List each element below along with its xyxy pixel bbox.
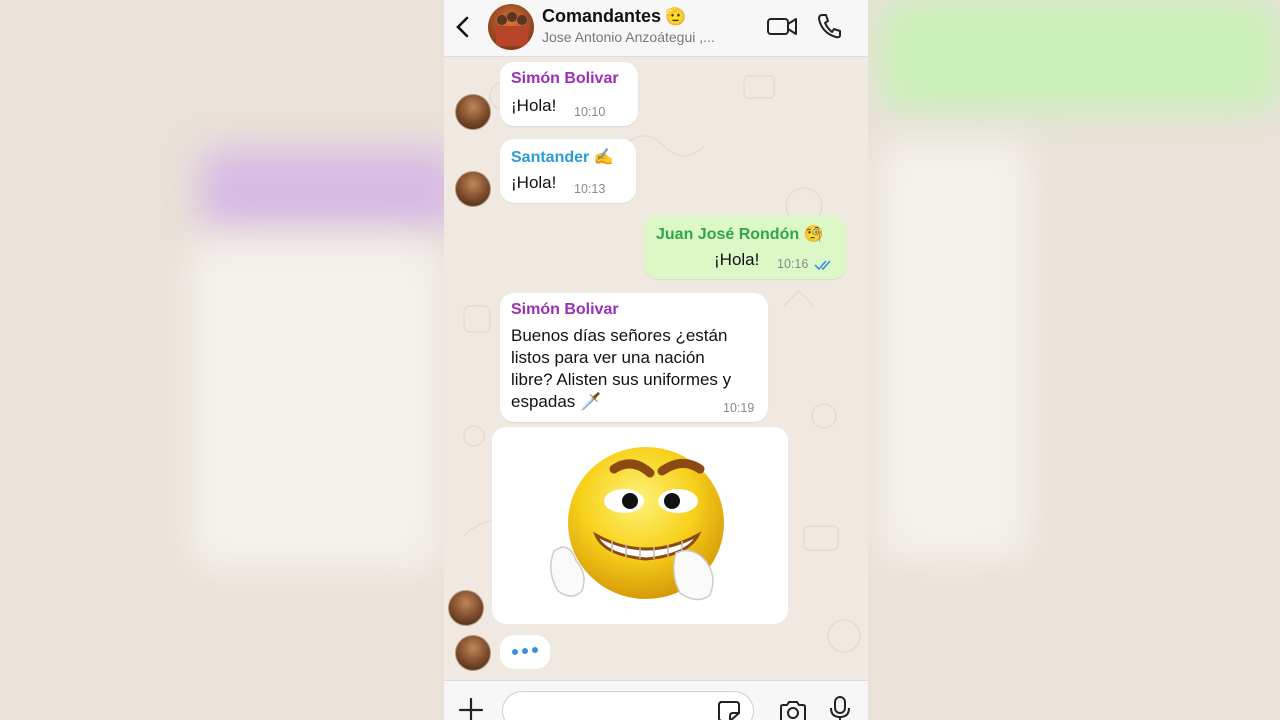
- chat-members-subtitle[interactable]: Jose Antonio Anzoátegui ,...: [542, 29, 752, 45]
- salute-emoji: 🫡: [665, 7, 687, 26]
- sender-avatar[interactable]: [455, 171, 491, 207]
- message-text-line: listos para ver una nación: [511, 348, 705, 367]
- sender-name[interactable]: Simón Bolivar: [511, 70, 619, 88]
- message-bubble[interactable]: Santander ✍️ ¡Hola! 10:13: [500, 139, 636, 203]
- sender-name[interactable]: Simón Bolivar: [511, 301, 619, 319]
- sender-name[interactable]: Juan José Rondón 🧐: [656, 224, 824, 244]
- group-avatar[interactable]: [488, 4, 534, 50]
- sticker-icon[interactable]: [716, 699, 742, 720]
- typing-indicator: [500, 635, 550, 669]
- typing-dot: [512, 649, 518, 655]
- message-text-line: Buenos días señores ¿están: [511, 326, 728, 345]
- message-text: ¡Hola!: [511, 96, 557, 115]
- blurred-shape: [880, 0, 1280, 110]
- microphone-icon[interactable]: [828, 695, 852, 720]
- angry-emoji-sticker: [550, 447, 724, 601]
- chat-header: Comandantes 🫡 Jose Antonio Anzoátegui ,..…: [444, 0, 868, 57]
- sender-avatar[interactable]: [448, 590, 484, 626]
- blurred-shape: [880, 140, 1030, 560]
- message-composer: [444, 680, 868, 720]
- typing-dot: [532, 647, 538, 653]
- blurred-shape: [190, 240, 440, 570]
- sticker-message[interactable]: [492, 427, 788, 624]
- video-call-icon[interactable]: [766, 14, 798, 38]
- message-bubble[interactable]: Simón Bolivar Buenos días señores ¿están…: [500, 293, 768, 422]
- sender-avatar[interactable]: [455, 635, 491, 671]
- message-text: ¡Hola!: [511, 173, 557, 192]
- message-time: 10:16: [777, 257, 809, 271]
- sender-name[interactable]: Santander ✍️: [511, 147, 614, 167]
- voice-call-icon[interactable]: [816, 12, 842, 40]
- sender-avatar[interactable]: [455, 94, 491, 130]
- group-photo-figures: [496, 12, 528, 46]
- message-time: 10:19: [723, 401, 755, 415]
- chat-title[interactable]: Comandantes 🫡: [542, 6, 686, 27]
- chat-title-text: Comandantes: [542, 6, 662, 26]
- message-time: 10:10: [574, 105, 606, 119]
- message-text-line: espadas 🗡️: [511, 392, 602, 411]
- message-time: 10:13: [574, 182, 606, 196]
- message-bubble[interactable]: Simón Bolivar ¡Hola! 10:10: [500, 62, 638, 126]
- read-ticks-icon: [814, 260, 831, 271]
- camera-icon[interactable]: [778, 699, 808, 720]
- back-arrow-icon[interactable]: [452, 14, 474, 40]
- typing-dot: [522, 648, 528, 654]
- message-text-line: libre? Alisten sus uniformes y: [511, 370, 732, 389]
- message-text: ¡Hola!: [714, 250, 760, 269]
- blurred-shape: [200, 150, 460, 230]
- plus-icon[interactable]: [458, 697, 484, 720]
- outgoing-message-bubble[interactable]: Juan José Rondón 🧐 ¡Hola! 10:16: [644, 215, 846, 279]
- chat-screen: Comandantes 🫡 Jose Antonio Anzoátegui ,..…: [444, 0, 868, 720]
